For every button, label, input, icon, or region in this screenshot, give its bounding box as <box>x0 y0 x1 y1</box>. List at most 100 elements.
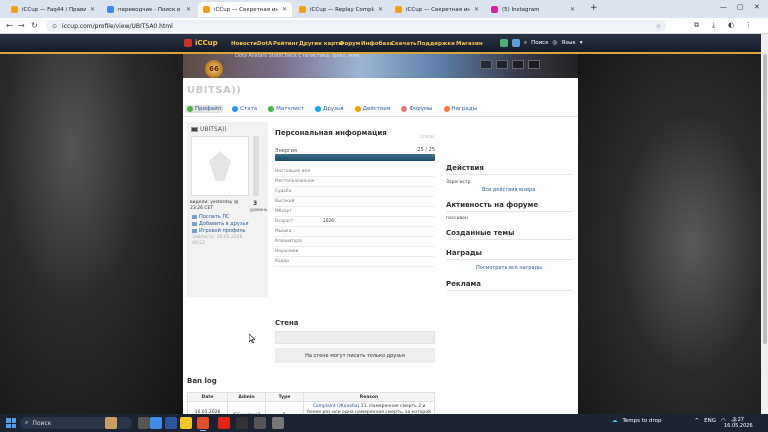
chrome-icon[interactable] <box>197 417 209 431</box>
forward-button[interactable]: → <box>18 21 25 30</box>
tab-title: iCCup — Faq44 / Правила иср <box>22 6 86 13</box>
banner-text: Dota Allstars StatsCheck Статистика, фак… <box>235 53 360 59</box>
avatar-placeholder-icon <box>209 151 231 181</box>
send-pm-label: Послать ЛС <box>199 214 230 220</box>
info-key: Клавиатура <box>275 239 302 244</box>
bookmark-star-icon[interactable]: ☆ <box>656 23 661 30</box>
complaint-link[interactable]: Complaint (Жалоба) <box>313 404 360 409</box>
game-profile-label: Игровой профиль <box>199 228 246 234</box>
nav-forum[interactable]: Форум <box>339 41 360 47</box>
tab-title: переводчик - Поиск в Google <box>118 6 182 13</box>
add-friend-link[interactable]: Добавить в друзья <box>192 221 249 227</box>
menu-icon[interactable]: ⋮ <box>745 21 752 29</box>
close-tab-icon[interactable]: ✕ <box>90 6 95 13</box>
url-field[interactable]: ⊙ iccup.com/profile/view/UBITSA0.html ☆ <box>46 20 666 32</box>
friends-icon[interactable] <box>512 39 520 47</box>
info-row: Мышка <box>275 227 435 237</box>
shield-icon[interactable] <box>512 60 524 69</box>
browser-tab[interactable]: iCCup — Секретная информа ✕ <box>390 2 484 17</box>
address-bar-row: ← → ↻ ⊙ iccup.com/profile/view/UBITSA0.h… <box>0 18 768 34</box>
browser-tab[interactable]: переводчик - Поиск в Google ✕ <box>102 2 196 17</box>
back-button[interactable]: ← <box>6 21 13 30</box>
tab-2[interactable]: Матчлист <box>266 105 306 113</box>
task-view-icon[interactable] <box>138 417 150 429</box>
web-page: iCCup Новости DotA Рейтинг Другие карты … <box>0 34 768 414</box>
reload-button[interactable]: ↻ <box>31 21 38 30</box>
all-awards-link[interactable]: Посмотреть все награды <box>476 265 542 271</box>
tab-favicon-icon <box>11 6 18 13</box>
maximize-button[interactable]: ▢ <box>737 3 744 11</box>
nav-shop[interactable]: Магазин <box>456 41 483 47</box>
scrollbar-thumb[interactable] <box>762 54 767 344</box>
tray-chevron-icon[interactable]: ^ <box>695 418 700 424</box>
search-link[interactable]: Поиск <box>531 40 548 46</box>
profile-card: UBITSA)) 3 уровень видели: yesterday @ 2… <box>187 122 268 297</box>
app-icon[interactable] <box>254 417 266 429</box>
weather-icon[interactable]: ☁ <box>612 418 618 424</box>
search-icon[interactable]: ⌕ <box>524 40 527 47</box>
tab-label: Профайл <box>195 106 222 112</box>
clock[interactable]: 3:27 16.05.2026 <box>724 417 753 429</box>
send-pm-link[interactable]: Послать ЛС <box>192 214 230 220</box>
language-select[interactable]: Язык <box>561 40 575 46</box>
browser-tab[interactable]: iCCup — Faq44 / Правила иср ✕ <box>6 2 100 17</box>
word-icon[interactable] <box>165 417 177 429</box>
extensions-icon[interactable]: ⧉ <box>694 21 699 30</box>
nav-rating[interactable]: Рейтинг <box>273 41 298 47</box>
browser-tab[interactable]: (5) Instagram ✕ <box>486 2 580 17</box>
browser-tab[interactable]: iCCup — Replay Complaint sc ✕ <box>294 2 388 17</box>
download-icon[interactable]: ⤓ <box>712 21 715 30</box>
tab-title: (5) Instagram <box>502 6 540 13</box>
nav-other-maps[interactable]: Другие карты <box>299 41 343 47</box>
url-text: iccup.com/profile/view/UBITSA0.html <box>62 22 173 30</box>
banlog-title: Ban log <box>187 377 217 385</box>
sword-icon[interactable] <box>496 60 508 69</box>
close-tab-icon[interactable]: ✕ <box>378 6 383 13</box>
profile-icon[interactable]: ◐ <box>728 21 734 29</box>
tab-4[interactable]: Действия <box>353 105 393 113</box>
tab-5[interactable]: Форумы <box>399 105 434 113</box>
nav-dota[interactable]: DotA <box>257 41 272 47</box>
close-window-button[interactable]: ✕ <box>754 3 760 11</box>
app-icon[interactable] <box>272 417 284 429</box>
info-row: Наушники <box>275 247 435 257</box>
weather-text[interactable]: Temps to drop <box>623 418 662 424</box>
minimize-button[interactable]: — <box>720 3 727 11</box>
level-number: 3 <box>253 200 258 207</box>
close-tab-icon[interactable]: ✕ <box>570 6 575 13</box>
cell-date: 16.05.2026 00:32 <box>187 401 228 414</box>
close-tab-icon[interactable]: ✕ <box>186 6 191 13</box>
close-tab-icon[interactable]: ✕ <box>282 6 287 13</box>
nav-news[interactable]: Новости <box>231 41 257 47</box>
user-icon[interactable] <box>500 39 508 47</box>
nav-download[interactable]: Скачать <box>391 41 417 47</box>
all-actions-link[interactable]: Все действия юзера <box>482 187 535 193</box>
site-logo[interactable]: iCCup <box>184 39 218 47</box>
edge-icon[interactable] <box>150 417 162 429</box>
start-button[interactable] <box>6 418 16 428</box>
tab-icon <box>268 106 275 112</box>
tab-title: iCCup — Секретная информа <box>406 6 470 13</box>
map-icon[interactable] <box>528 60 540 69</box>
nav-support[interactable]: Поддержка <box>417 41 455 47</box>
site-info-icon[interactable]: ⊙ <box>52 23 57 30</box>
browser-tab[interactable]: iCCup — Секретная информа ✕ <box>198 2 292 17</box>
globe-icon[interactable]: ◎ <box>553 40 558 46</box>
game-profile-link[interactable]: Игровой профиль <box>192 228 246 234</box>
nav-infobase[interactable]: Инфобаза <box>361 41 393 47</box>
divider <box>446 239 572 240</box>
tab-1[interactable]: Стата <box>230 105 259 113</box>
tab-0[interactable]: Профайл <box>185 105 224 113</box>
tab-6[interactable]: Награды <box>442 105 479 113</box>
news-widget-icon[interactable] <box>105 417 117 429</box>
app-icon[interactable] <box>236 417 248 429</box>
close-tab-icon[interactable]: ✕ <box>474 6 479 13</box>
new-tab-button[interactable]: + <box>590 3 598 13</box>
mail-icon[interactable] <box>480 60 492 69</box>
file-explorer-icon[interactable] <box>180 417 192 429</box>
page-scrollbar[interactable] <box>761 34 768 414</box>
divider <box>446 290 572 291</box>
language-indicator[interactable]: ENG <box>704 418 716 424</box>
youtube-icon[interactable] <box>218 417 230 429</box>
tab-3[interactable]: Друзья <box>313 105 346 113</box>
